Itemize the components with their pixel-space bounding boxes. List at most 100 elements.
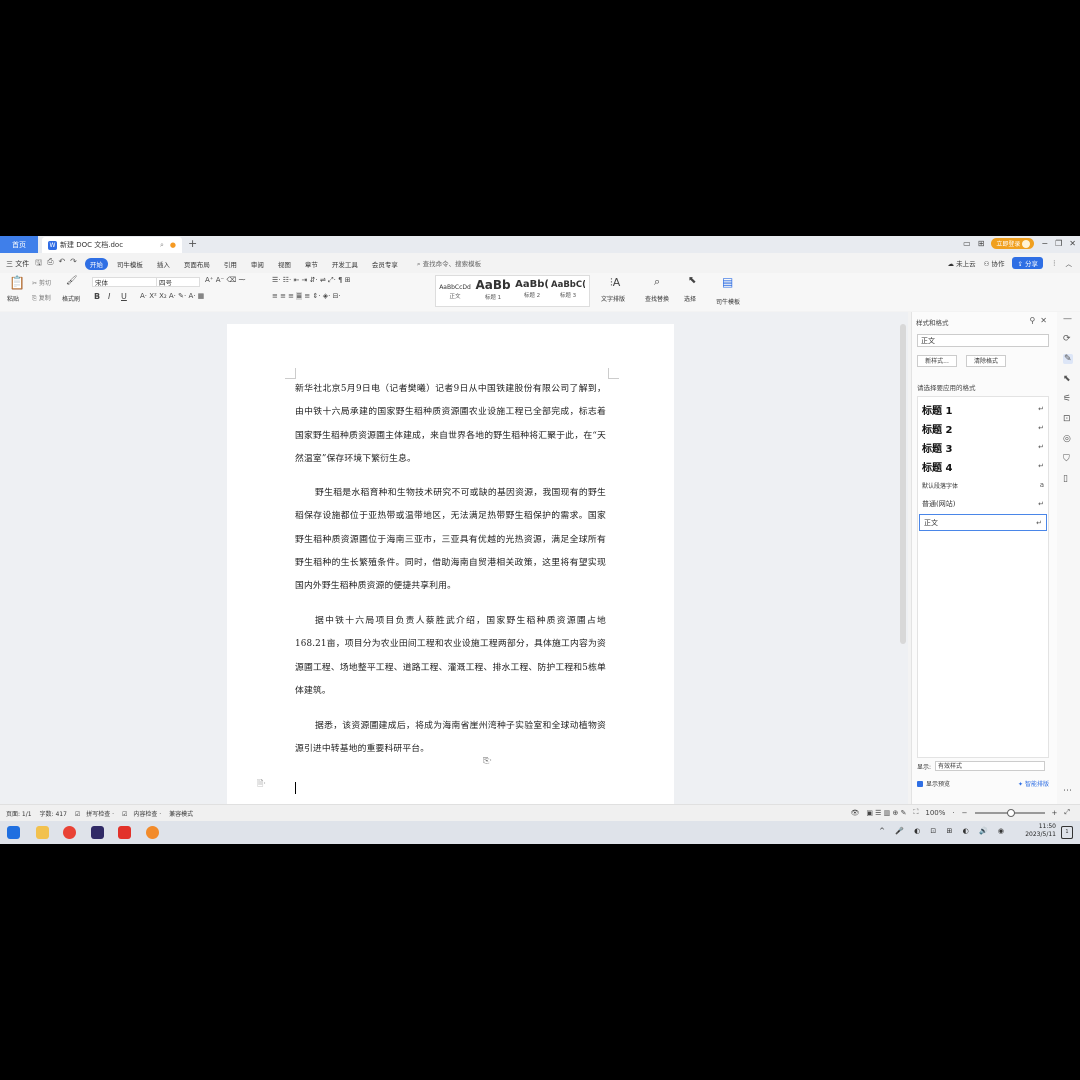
template-grid-icon[interactable]: ▤ [722, 275, 733, 289]
tab-insert[interactable]: 插入 [152, 258, 175, 270]
paste-options-icon[interactable]: ⎘· [483, 756, 492, 766]
print-icon[interactable]: ⎙ [47, 257, 53, 271]
italic-icon[interactable]: I [108, 292, 110, 301]
zoom-slider-knob[interactable] [1006, 808, 1015, 817]
chrome-icon[interactable] [63, 826, 76, 839]
list-icons[interactable]: ☰· ☷· ⇤ ⇥ ⇵· ⇌ ⤢· ¶ ⊞ [272, 276, 351, 285]
view-modes-icons[interactable]: ▣ ☰ ▥ ⊕ ✎ [866, 809, 906, 817]
content-check[interactable]: ☑ 内容检查 · [122, 811, 161, 818]
wps-office-icon[interactable] [118, 826, 131, 839]
style-list-heading-4[interactable]: 标题 4 ↵ [918, 457, 1048, 475]
style-list-default-font[interactable]: 默认段落字体 a [918, 477, 1048, 493]
eye-protection-icon[interactable]: 👁 [850, 809, 859, 817]
style-normal[interactable]: AaBbCcDd 正文 [438, 278, 472, 300]
video-editor-icon[interactable] [91, 826, 104, 839]
image-icon[interactable]: ⊡ [1063, 414, 1071, 424]
current-style-select[interactable]: 正文 [917, 334, 1049, 347]
zoom-level[interactable]: 100% [925, 809, 945, 817]
new-tab-plus-icon[interactable]: + [188, 237, 197, 250]
font-size-select[interactable]: 四号 [156, 277, 200, 287]
align-icons[interactable]: ≡ ≡ ≡ ≣ ≡ ⇕· ◈· ⊟· [272, 292, 341, 300]
show-preview-checkbox[interactable] [917, 780, 923, 787]
more-menu-icon[interactable]: ⋮ [1051, 259, 1058, 267]
app-icon[interactable] [146, 826, 159, 839]
zoom-in-icon[interactable]: + [1052, 809, 1058, 817]
windows-start-icon[interactable] [7, 826, 20, 839]
pin-icon[interactable]: ⚲ [1029, 316, 1040, 325]
strip-minimize-icon[interactable]: — [1063, 314, 1072, 324]
pen-icon[interactable]: ✎ [1063, 354, 1073, 364]
format-painter-icon[interactable]: 🖌 [66, 276, 77, 286]
system-tray-icons[interactable]: ^ 🎤 ◐ ⊡ ⊞ ◐ 🔊 ◉ [879, 827, 1008, 835]
paragraph-handle-icon[interactable]: 🗎· [257, 778, 266, 792]
zoom-out-icon[interactable]: − [962, 809, 968, 817]
login-button[interactable]: 立即登录 [991, 238, 1035, 249]
restore-icon[interactable]: ❐ [1055, 239, 1062, 248]
style-list-heading-2[interactable]: 标题 2 ↵ [918, 419, 1048, 437]
font-effects-icons[interactable]: A· X² X₂ A· ✎· A· ▦ [140, 292, 204, 300]
paragraph-2[interactable]: 野生稻是水稻育种和生物技术研究不可或缺的基因资源，我国现有的野生稻保存设施都位于… [295, 482, 606, 598]
page-count[interactable]: 页面: 1/1 [6, 811, 32, 818]
redo-icon[interactable]: ↷ [70, 257, 77, 271]
location-icon[interactable]: ◎ [1063, 434, 1071, 444]
find-icon[interactable]: ⌕ [654, 275, 660, 289]
format-painter-button[interactable]: 格式刷 [62, 294, 80, 303]
show-filter-select[interactable]: 有效样式 [935, 761, 1046, 771]
undo-icon[interactable]: ↶ [58, 257, 65, 271]
bold-icon[interactable]: B [94, 292, 100, 301]
fullscreen-icon[interactable]: ⤢ [1064, 808, 1070, 817]
tab-member[interactable]: 会员专享 [367, 258, 403, 270]
share-button[interactable]: ⇪ 分享 [1012, 257, 1043, 269]
select-cursor-icon[interactable]: ⬉ [688, 275, 696, 286]
paragraph-3[interactable]: 据中铁十六局项目负责人蔡胜武介绍，国家野生稻种质资源圃占地168.21亩，项目分… [295, 610, 606, 703]
underline-icon[interactable]: U [121, 292, 127, 301]
style-list-normal[interactable]: 正文 ↵ [919, 514, 1047, 531]
text-layout-icon[interactable]: ⫶A [610, 276, 620, 290]
justify-icon[interactable]: ≣ [296, 292, 303, 300]
file-explorer-icon[interactable] [36, 826, 49, 839]
save-icon[interactable]: 🖫 [35, 257, 42, 271]
tab-developer[interactable]: 开发工具 [327, 258, 363, 270]
style-list-heading-3[interactable]: 标题 3 ↵ [918, 438, 1048, 456]
close-icon[interactable]: ✕ [1069, 239, 1076, 248]
tab-templates[interactable]: 司牛模板 [112, 258, 148, 270]
clear-format-button[interactable]: 清除格式 [966, 355, 1006, 367]
vertical-scrollbar[interactable] [900, 324, 906, 644]
paragraph-1[interactable]: 新华社北京5月9日电（记者樊曦）记者9日从中国铁建股份有限公司了解到，由中铁十六… [295, 378, 606, 471]
tab-references[interactable]: 引用 [219, 258, 242, 270]
notification-icon[interactable]: 1 [1061, 826, 1073, 839]
style-heading-1[interactable]: AaBb 标题 1 [474, 278, 512, 301]
spell-check[interactable]: ☑ 拼写检查 · [75, 811, 114, 818]
paste-button[interactable]: 粘贴 [7, 294, 19, 303]
select-button[interactable]: 选择 [684, 294, 696, 303]
grid-icon[interactable]: ⊞ [978, 239, 985, 248]
shield-icon[interactable]: ⛉ [1063, 454, 1070, 464]
book-icon[interactable]: ▯ [1063, 474, 1068, 484]
system-clock[interactable]: 11:50 2023/5/11 [1025, 823, 1056, 839]
templates-button[interactable]: 司牛模板 [716, 297, 740, 306]
command-search[interactable]: ⌕ 查找命令、搜索模板 [417, 258, 481, 269]
tab-review[interactable]: 审阅 [246, 258, 269, 270]
collapse-ribbon-icon[interactable]: ︿ [1066, 258, 1073, 268]
tab-view[interactable]: 视图 [273, 258, 296, 270]
more-icon[interactable]: ⋯ [1063, 786, 1072, 796]
style-heading-3[interactable]: AaBbC( 标题 3 [551, 278, 585, 299]
collab-button[interactable]: ⚇ 协作 [984, 258, 1005, 268]
paste-icon[interactable]: 📋 [9, 276, 25, 291]
tab-comment-icon[interactable]: ⌕ [160, 241, 164, 250]
file-menu[interactable]: 三 文件 [6, 259, 29, 269]
cloud-status[interactable]: ☁ 未上云 [948, 258, 976, 268]
document-tab[interactable]: W 新建 DOC 文档.doc ⌕ ● [42, 237, 182, 253]
layout-icon[interactable]: ▭ [963, 239, 971, 248]
style-list-heading-1[interactable]: 标题 1 ↵ [918, 400, 1048, 418]
copy-button[interactable]: ⎘ 复制 [32, 293, 51, 303]
text-layout-button[interactable]: 文字排版 [601, 294, 625, 303]
pointer-icon[interactable]: ⬉ [1063, 374, 1071, 384]
find-replace-button[interactable]: 查找替换 [645, 294, 669, 303]
style-list-web-normal[interactable]: 普通(网站) ↵ [918, 496, 1048, 512]
font-grow-icon[interactable]: A⁺ A⁻ ⌫ ⁓ [205, 276, 246, 284]
new-style-button[interactable]: 新样式... [917, 355, 957, 367]
smart-layout-link[interactable]: ✦ 智能排版 [1018, 779, 1049, 788]
tab-home[interactable]: 开始 [84, 257, 108, 270]
paragraph-4[interactable]: 据悉，该资源圃建成后，将成为海南省崖州湾种子实验室和全球动植物资源引进中转基地的… [295, 715, 606, 762]
